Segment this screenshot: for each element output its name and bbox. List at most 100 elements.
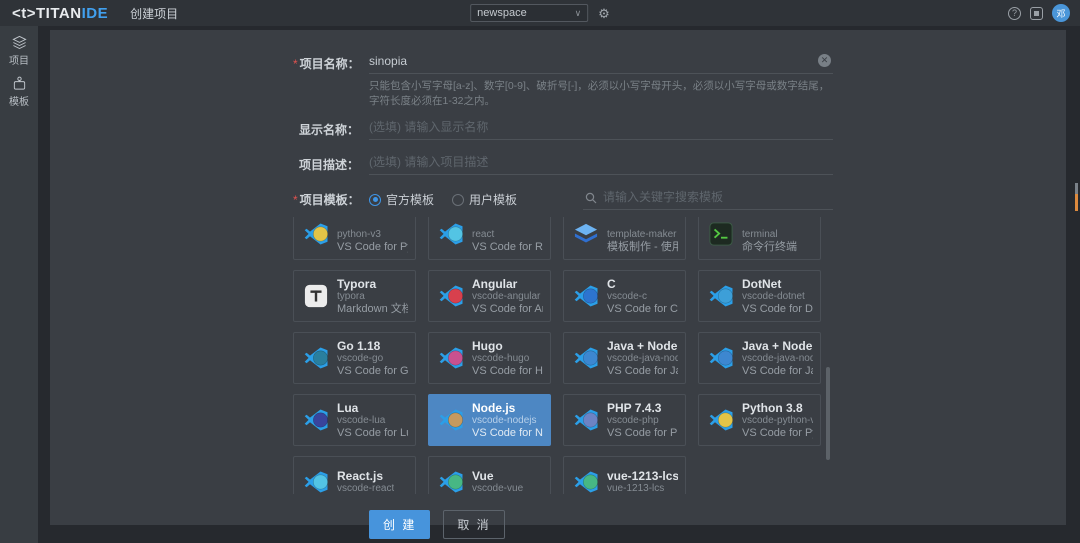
template-desc: 命令行终端	[742, 241, 797, 254]
workspace-settings-icon[interactable]: ⚙	[598, 7, 610, 20]
app-logo: <t>TITANIDE	[12, 5, 108, 22]
vscode-icon	[301, 408, 331, 433]
template-search-input[interactable]	[583, 188, 833, 210]
project-desc-label: 项目描述：	[293, 153, 359, 173]
vscode-icon	[436, 222, 466, 247]
template-name: vscode-hugo	[472, 353, 543, 365]
template-card[interactable]: Go 1.18 vscode-go VS Code for Go 1.18	[293, 332, 416, 384]
template-name: vscode-dotnet	[742, 291, 813, 303]
radio-unselected-icon	[452, 194, 464, 206]
layers-icon	[12, 35, 27, 50]
template-card[interactable]: Hugo vscode-hugo VS Code for Hugo	[428, 332, 551, 384]
template-title: C	[607, 277, 678, 291]
template-title	[472, 217, 543, 229]
terminal-icon	[706, 222, 736, 246]
vscode-icon	[571, 408, 601, 433]
template-desc: 模板制作 - 使用 Tem...	[607, 241, 678, 254]
template-name: vue-1213-lcs	[607, 483, 678, 494]
page-scrollbar-marker[interactable]	[1075, 194, 1078, 211]
template-desc: VS Code for Lua	[337, 427, 408, 440]
template-title: Vue	[472, 469, 523, 483]
template-name: react	[472, 229, 543, 241]
project-desc-row: 项目描述：	[293, 153, 833, 175]
vscode-icon	[706, 408, 736, 433]
radio-user-template[interactable]: 用户模板	[452, 191, 517, 208]
template-name: vscode-java-node16	[742, 353, 813, 365]
chevron-down-icon: ∨	[575, 8, 582, 19]
template-name: vscode-react	[337, 483, 394, 494]
template-desc: VS Code for C	[607, 303, 678, 316]
display-name-input[interactable]	[369, 118, 833, 140]
template-desc: VS Code for PHP	[607, 427, 678, 440]
required-mark: *	[293, 193, 298, 207]
template-card[interactable]: terminal 命令行终端	[698, 217, 821, 260]
workspace-value: newspace	[477, 7, 527, 19]
template-desc: VS Code for Python	[742, 427, 813, 440]
template-card[interactable]: Lua vscode-lua VS Code for Lua	[293, 394, 416, 446]
sidebar-item-templates[interactable]: 模板	[0, 76, 38, 108]
template-desc: VS Code for Python	[337, 241, 408, 254]
template-card[interactable]: Java + Node16 vscode-java-node16 VS Code…	[698, 332, 821, 384]
project-name-hint: 只能包含小写字母[a-z]、数字[0-9]、破折号[-]，必须以小写字母开头，必…	[369, 78, 833, 108]
create-button[interactable]: 创 建	[369, 510, 430, 539]
template-name: vscode-python-v3	[742, 415, 813, 427]
project-name-row: *项目名称： ✕	[293, 52, 833, 74]
template-name: vscode-angular	[472, 291, 543, 303]
template-name: terminal	[742, 229, 797, 241]
template-name: template-maker	[607, 229, 678, 241]
cancel-button[interactable]: 取 消	[443, 510, 504, 539]
template-title: vue-1213-lcs	[607, 469, 678, 483]
radio-selected-icon	[369, 194, 381, 206]
template-card[interactable]: python-v3 VS Code for Python	[293, 217, 416, 260]
avatar[interactable]: 邓	[1052, 4, 1070, 22]
template-title: Java + Node10	[607, 339, 678, 353]
template-name: vscode-php	[607, 415, 678, 427]
template-card[interactable]: PHP 7.4.3 vscode-php VS Code for PHP	[563, 394, 686, 446]
template-card[interactable]: template-maker 模板制作 - 使用 Tem...	[563, 217, 686, 260]
template-desc: VS Code for Hugo	[472, 365, 543, 378]
template-card[interactable]: vue-1213-lcs vue-1213-lcs	[563, 456, 686, 494]
template-name: vscode-go	[337, 353, 408, 365]
template-card[interactable]: Vue vscode-vue	[428, 456, 551, 494]
template-name: vscode-c	[607, 291, 678, 303]
create-project-panel: *项目名称： ✕ 只能包含小写字母[a-z]、数字[0-9]、破折号[-]，必须…	[50, 30, 1066, 525]
template-card[interactable]: Node.js vscode-nodejs VS Code for Node.j…	[428, 394, 551, 446]
sidebar-item-label: 项目	[9, 52, 29, 67]
vscode-icon	[436, 470, 466, 495]
clear-input-icon[interactable]: ✕	[818, 54, 831, 67]
sidebar: 项目 模板	[0, 26, 38, 543]
template-name: python-v3	[337, 229, 408, 241]
template-title: Hugo	[472, 339, 543, 353]
project-desc-input[interactable]	[369, 153, 833, 175]
template-name: vscode-lua	[337, 415, 408, 427]
template-card[interactable]: React.js vscode-react	[293, 456, 416, 494]
workspace-select[interactable]: newspace ∨	[470, 4, 588, 22]
template-card[interactable]: DotNet vscode-dotnet VS Code for DotNet	[698, 270, 821, 322]
vscode-icon	[571, 284, 601, 309]
sidebar-item-projects[interactable]: 项目	[0, 35, 38, 67]
vscode-icon	[436, 284, 466, 309]
grid-scrollbar-thumb[interactable]	[826, 367, 830, 460]
template-card[interactable]: Typora typora Markdown 文档编写...	[293, 270, 416, 322]
search-icon	[585, 192, 597, 204]
template-card[interactable]: Angular vscode-angular VS Code for Angul…	[428, 270, 551, 322]
radio-official-template[interactable]: 官方模板	[369, 191, 434, 208]
logo-bracket: <t>	[12, 5, 36, 22]
console-icon[interactable]	[1030, 7, 1043, 20]
template-desc: VS Code for Java + ...	[742, 365, 813, 378]
template-card[interactable]: react VS Code for React.js	[428, 217, 551, 260]
template-title: Lua	[337, 401, 408, 415]
template-card[interactable]: Python 3.8 vscode-python-v3 VS Code for …	[698, 394, 821, 446]
help-icon[interactable]: ?	[1008, 7, 1021, 20]
template-title: React.js	[337, 469, 394, 483]
template-name: vscode-java-node10	[607, 353, 678, 365]
project-name-input[interactable]	[369, 52, 833, 74]
page-scrollbar-thumb[interactable]	[1075, 183, 1078, 194]
template-card[interactable]: Java + Node10 vscode-java-node10 VS Code…	[563, 332, 686, 384]
display-name-row: 显示名称：	[293, 118, 833, 140]
template-card[interactable]: C vscode-c VS Code for C	[563, 270, 686, 322]
page-title: 创建项目	[130, 5, 178, 22]
display-name-label: 显示名称：	[293, 118, 359, 138]
template-box-icon	[12, 76, 27, 91]
vscode-icon	[301, 346, 331, 371]
